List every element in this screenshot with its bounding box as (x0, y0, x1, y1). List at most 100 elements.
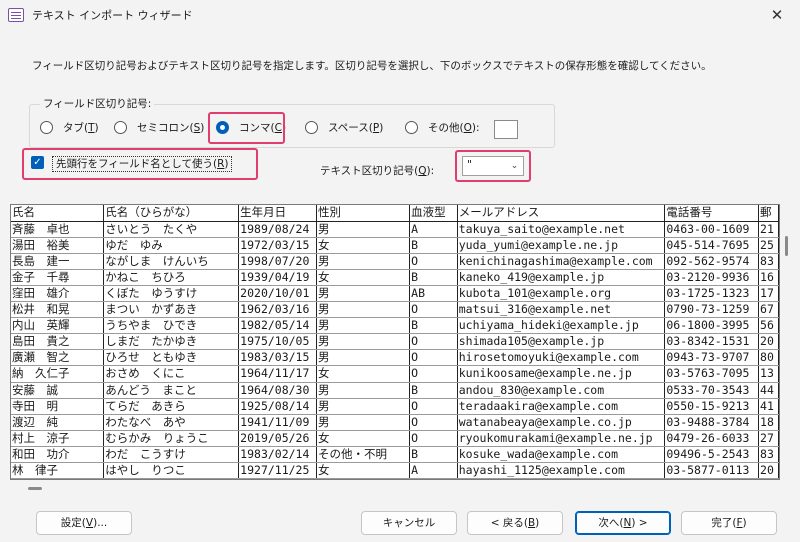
table-cell: B (409, 269, 458, 286)
table-cell: 06-1800-3995 (664, 317, 760, 335)
radio-semicolon[interactable]: セミコロン(S) (114, 120, 204, 135)
table-cell: ゆだ ゆみ (103, 237, 240, 254)
table-cell: 渡辺 純 (11, 414, 105, 431)
table-row: 村上 涼子 むらかみ りょうこ 2019/05/26 女 Oryoukomurakami… (11, 430, 779, 447)
table-cell: O (409, 253, 458, 270)
table-row: 湯田 裕美 ゆだ ゆみ 1972/03/15 女 Byuda_yumi@example.… (11, 237, 779, 254)
table-cell: 男 (316, 333, 411, 351)
table-cell: hayashi_1125@example.com (457, 462, 666, 479)
table-row: 廣瀬 智之 ひろせ ともゆき 1983/03/15 男 Ohirosetomoyuki@… (11, 349, 779, 367)
table-cell: 男 (316, 301, 411, 319)
table-cell: 045-514-7695 (664, 237, 760, 254)
table-cell: 1972/03/15 (238, 237, 317, 254)
column-header: 血液型 (409, 205, 458, 222)
table-cell: 1975/10/05 (238, 333, 317, 351)
table-cell: 斉藤 卓也 (11, 221, 105, 238)
qualifier-highlight (455, 150, 531, 182)
table-cell: 0463-00-1609 (664, 221, 760, 238)
table-cell: 1939/04/19 (238, 269, 317, 286)
table-cell: 女 (316, 269, 411, 286)
table-cell: 09496-5-2543 (664, 446, 760, 464)
table-cell: はやし りつこ (103, 462, 240, 479)
column-header: 郵 (758, 205, 779, 222)
table-cell: kenichinagashima@example.com (457, 253, 666, 270)
table-cell: hirosetomoyuki@example.com (457, 349, 666, 367)
radio-button[interactable] (305, 121, 318, 134)
table-cell: かねこ ちひろ (103, 269, 240, 286)
comma-highlight (208, 112, 285, 144)
table-cell: 092-562-9574 (664, 253, 760, 270)
text-qualifier-label: テキスト区切り記号(Q): (320, 165, 435, 177)
settings-button[interactable]: 設定(V)... (36, 511, 132, 535)
back-button[interactable]: < 戻る(B) (467, 511, 563, 535)
table-cell: 男 (316, 382, 411, 399)
table-cell: くぼた ゆうすけ (103, 285, 240, 303)
table-cell: 女 (316, 365, 411, 383)
table-row: 林 律子 はやし りつこ 1927/11/25 女 Ahayashi_1125@exam… (11, 462, 779, 479)
radio-button[interactable] (40, 121, 53, 134)
table-cell: watanabeaya@example.co.jp (457, 414, 666, 431)
table-cell: 83 (758, 253, 779, 270)
table-cell: 女 (316, 462, 411, 479)
table-row: 斉藤 卓也 さいとう たくや 1989/08/24 男 Atakuya_saito@ex… (11, 221, 779, 238)
table-cell: O (409, 398, 458, 415)
table-cell: 男 (316, 349, 411, 367)
table-cell: 0790-73-1259 (664, 301, 760, 319)
table-cell: 金子 千尋 (11, 269, 105, 286)
preview-grid[interactable]: 氏名 氏名（ひらがな） 生年月日 性別 血液型 メールアドレス 電話番号郵斉藤 卓也 さいとう… (10, 204, 780, 480)
table-cell: うちやま ひでき (103, 317, 240, 335)
radio-tab[interactable]: タブ(T) (40, 120, 99, 135)
radio-button[interactable] (405, 121, 418, 134)
table-cell: uchiyama_hideki@example.jp (457, 317, 666, 335)
table-cell: O (409, 430, 458, 447)
table-cell: 20 (758, 462, 779, 479)
radio-space[interactable]: スペース(P) (305, 120, 383, 135)
radio-button[interactable] (114, 121, 127, 134)
table-cell: 03-1725-1323 (664, 285, 760, 303)
table-cell: 長島 建一 (11, 253, 105, 270)
table-cell: ryoukomurakami@example.ne.jp (457, 430, 666, 447)
table-cell: 村上 涼子 (11, 430, 105, 447)
table-cell: むらかみ りょうこ (103, 430, 240, 447)
table-cell: 20 (758, 333, 779, 351)
table-cell: 03-5877-0113 (664, 462, 760, 479)
table-cell: 1925/08/14 (238, 398, 317, 415)
radio-other[interactable]: その他(O): (405, 120, 480, 135)
column-header: 電話番号 (664, 205, 760, 222)
table-cell: 林 律子 (11, 462, 105, 479)
table-cell: 0943-73-9707 (664, 349, 760, 367)
table-cell: A (409, 462, 458, 479)
table-row: 寺田 明てらだ あきら 1925/08/14 男 Oteradaakira@examp… (11, 398, 779, 415)
table-cell: shimada105@example.jp (457, 333, 666, 351)
table-cell: 島田 貴之 (11, 333, 105, 351)
cancel-button[interactable]: キャンセル (361, 511, 457, 535)
table-cell: 1964/08/30 (238, 382, 317, 399)
table-cell: takuya_saito@example.net (457, 221, 666, 238)
table-cell: kaneko_419@example.jp (457, 269, 666, 286)
instruction-text: フィールド区切り記号およびテキスト区切り記号を指定します。区切り記号を選択し、下… (32, 60, 712, 72)
title-bar: テキスト インポート ウィザード ✕ (0, 0, 800, 30)
table-cell: さいとう たくや (103, 221, 240, 238)
close-icon[interactable]: ✕ (768, 6, 786, 24)
preview-table: 氏名 氏名（ひらがな） 生年月日 性別 血液型 メールアドレス 電話番号郵斉藤 卓也 さいとう… (11, 205, 779, 479)
table-cell: 25 (758, 237, 779, 254)
table-cell: B (409, 317, 458, 335)
table-cell: 男 (316, 285, 411, 303)
horizontal-scrollbar[interactable] (28, 487, 42, 490)
table-cell: 男 (316, 317, 411, 335)
table-cell: matsui_316@example.net (457, 301, 666, 319)
finish-button[interactable]: 完了(F) (681, 511, 777, 535)
table-row: 納 久仁子 おさめ くにこ 1964/11/17 女 Okunikoosame@exam… (11, 365, 779, 383)
table-cell: 21 (758, 221, 779, 238)
table-cell: 03-5763-7095 (664, 365, 760, 383)
table-cell: まつい かずあき (103, 301, 240, 319)
table-cell: 13 (758, 365, 779, 383)
table-cell: 1962/03/16 (238, 301, 317, 319)
table-cell: 女 (316, 430, 411, 447)
table-cell: 2019/05/26 (238, 430, 317, 447)
table-row: 内山 英輝 うちやま ひでき 1982/05/14 男 Buchiyama_hideki… (11, 317, 779, 335)
next-button[interactable]: 次へ(N) > (575, 511, 671, 535)
table-cell: 41 (758, 398, 779, 415)
other-delimiter-input[interactable] (494, 120, 518, 139)
vertical-scrollbar[interactable] (785, 236, 788, 256)
